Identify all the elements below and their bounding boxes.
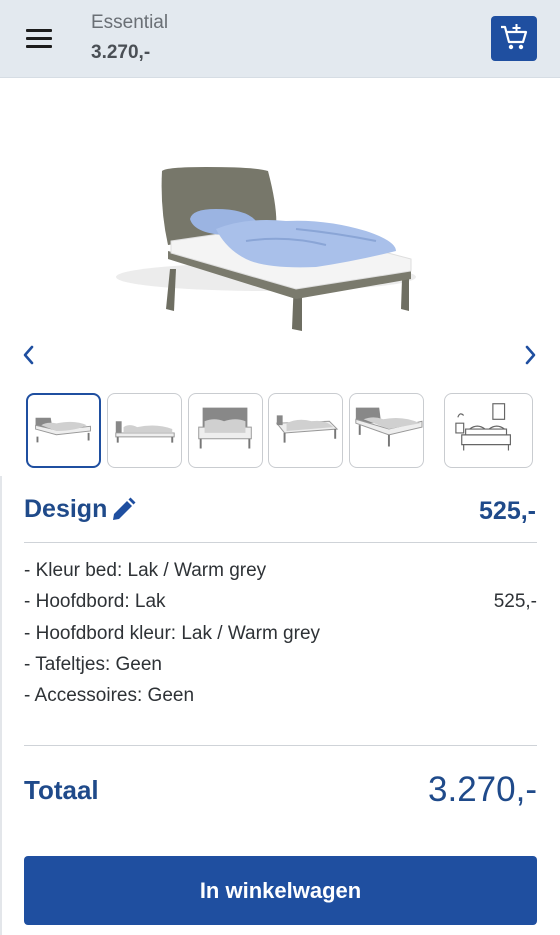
- thumbnail-4[interactable]: [268, 393, 343, 468]
- option-price: 525,-: [493, 591, 537, 612]
- divider: [24, 745, 537, 746]
- thumbnail-3[interactable]: [188, 393, 263, 468]
- edit-pencil-icon[interactable]: [109, 496, 137, 524]
- total-value: 3.270,-: [428, 770, 537, 809]
- option-line: - Hoofdbord: Lak: [24, 591, 166, 612]
- cart-button[interactable]: [491, 16, 537, 61]
- bed-thumbnail-icon: [275, 415, 339, 443]
- image-thumbnails: [0, 393, 560, 469]
- thumbnail-room-view[interactable]: [444, 393, 533, 468]
- bed-thumbnail-icon: [198, 407, 252, 449]
- bedroom-illustration-icon: [455, 403, 511, 451]
- panel-edge-line: [0, 476, 2, 935]
- next-image-arrow-icon[interactable]: [521, 341, 541, 369]
- bed-thumbnail-icon: [355, 407, 423, 447]
- thumbnail-2[interactable]: [107, 393, 182, 468]
- previous-image-arrow-icon[interactable]: [18, 341, 38, 369]
- hamburger-menu-icon[interactable]: [24, 26, 56, 52]
- design-section-price: 525,-: [479, 497, 536, 525]
- total-label: Totaal: [24, 775, 99, 805]
- header-product-price: 3.270,-: [91, 42, 151, 63]
- bed-thumbnail-icon: [115, 421, 175, 443]
- header-product-name: Essential: [91, 12, 169, 33]
- thumbnail-5[interactable]: [349, 393, 424, 468]
- option-line: - Accessoires: Geen: [24, 685, 195, 706]
- option-line: - Kleur bed: Lak / Warm grey: [24, 560, 267, 581]
- product-image-carousel: [0, 79, 560, 379]
- option-line: - Hoofdbord kleur: Lak / Warm grey: [24, 623, 321, 644]
- option-line: - Tafeltjes: Geen: [24, 654, 163, 675]
- bed-thumbnail-icon: [35, 417, 91, 443]
- bed-product-image: [116, 167, 416, 331]
- add-to-cart-button[interactable]: In winkelwagen: [24, 856, 537, 925]
- thumbnail-1[interactable]: [26, 393, 101, 468]
- divider: [24, 542, 537, 543]
- cart-add-icon: [501, 24, 528, 50]
- top-bar: Essential 3.270,-: [0, 0, 560, 78]
- design-section-title: Design: [24, 495, 108, 523]
